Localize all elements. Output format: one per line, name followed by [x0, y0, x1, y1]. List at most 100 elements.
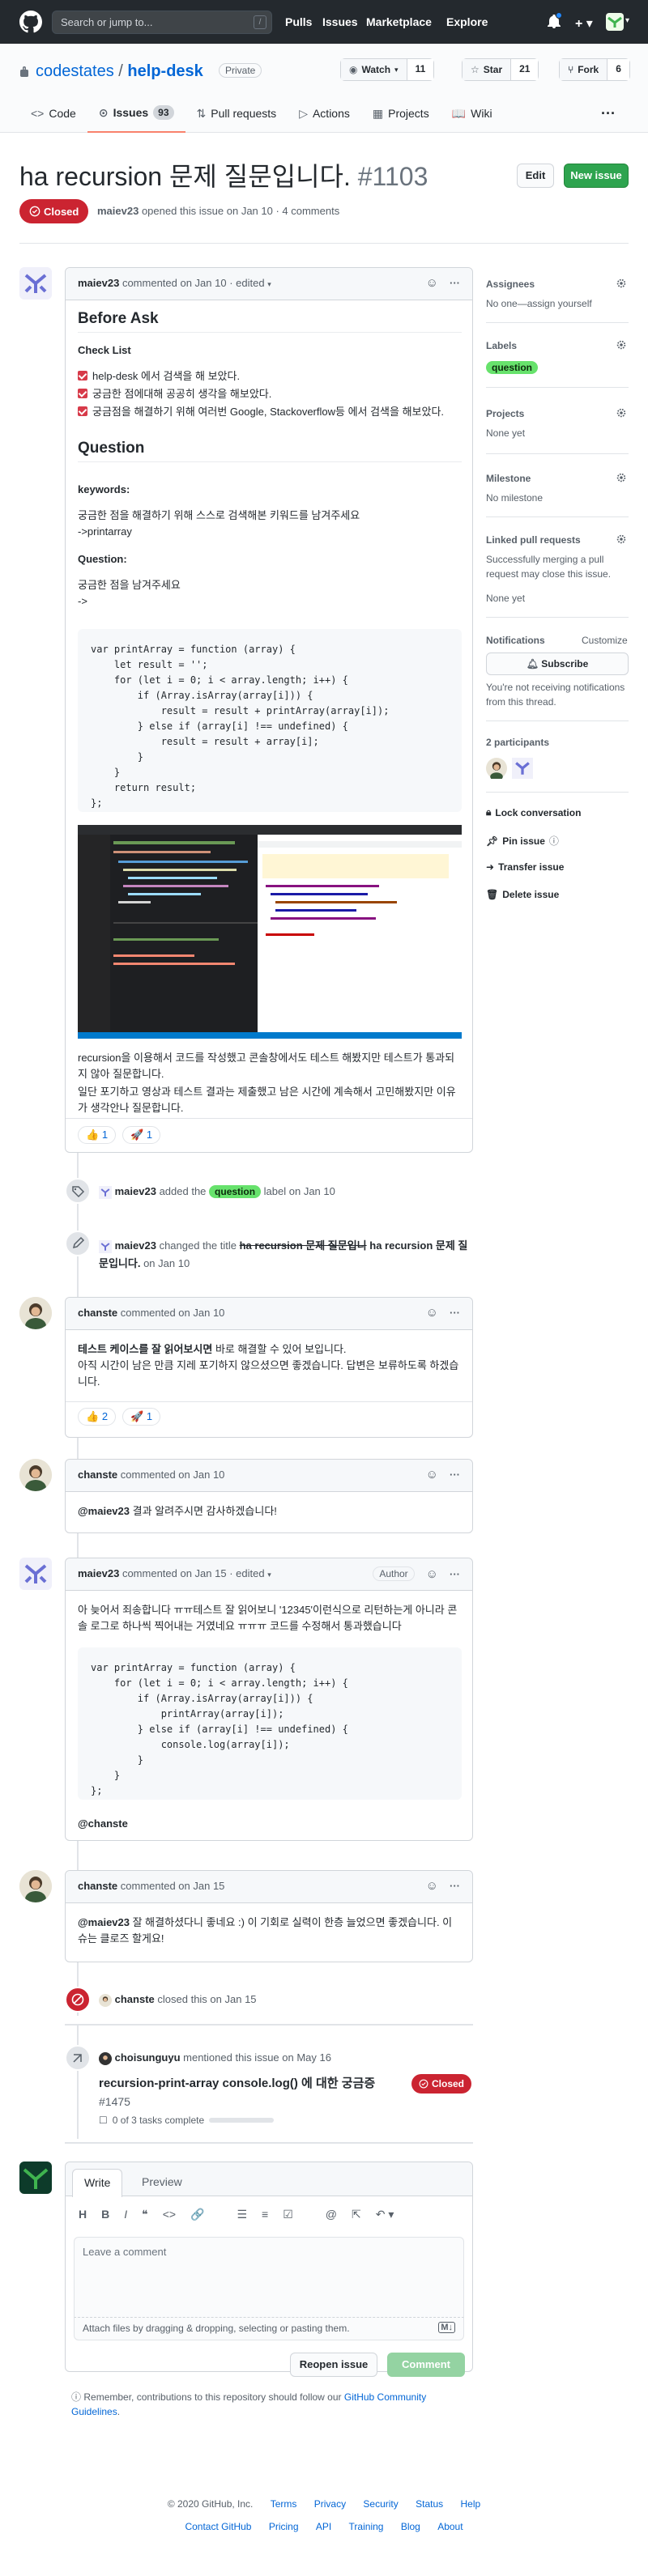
plus-dropdown-icon[interactable]: + ▾ — [575, 15, 593, 32]
checkbox-checked-icon[interactable] — [78, 371, 87, 380]
mention-link[interactable]: @maiev23 — [78, 1505, 130, 1517]
pin-issue-action[interactable]: 📌︎ Pin issue ⓘ — [486, 834, 559, 848]
avatar-chanste[interactable] — [486, 758, 507, 779]
tab-pull-requests[interactable]: ⇅ Pull requests — [185, 94, 288, 133]
sidebar-linked-heading[interactable]: Linked pull requests — [486, 534, 581, 546]
screenshot-image[interactable] — [78, 825, 462, 1039]
attach-files-area[interactable]: Attach files by dragging & dropping, sel… — [74, 2318, 464, 2340]
smiley-icon[interactable]: ☺ — [426, 1879, 438, 1893]
checkbox-checked-icon[interactable] — [78, 406, 87, 416]
footer-link-security[interactable]: Security — [363, 2498, 398, 2510]
customize-link[interactable]: Customize — [582, 635, 628, 646]
footer-link-pricing[interactable]: Pricing — [269, 2521, 299, 2532]
referenced-issue-title[interactable]: recursion-print-array console.log() 에 대한… — [99, 2074, 375, 2091]
bullet-list-icon[interactable]: ☰ — [237, 2208, 247, 2221]
star-count[interactable]: 21 — [511, 59, 539, 80]
footer-link-status[interactable]: Status — [416, 2498, 443, 2510]
reaction-rocket[interactable]: 🚀 1 — [122, 1126, 161, 1144]
chevron-down-icon[interactable]: ▾ — [625, 16, 629, 25]
gear-icon[interactable] — [616, 472, 627, 483]
quote-icon[interactable]: ❝ — [142, 2208, 148, 2221]
comment-author[interactable]: chanste — [78, 1307, 117, 1319]
transfer-issue-action[interactable]: ➜ Transfer issue — [486, 861, 564, 873]
nav-explore[interactable]: Explore — [446, 15, 488, 28]
kebab-icon[interactable]: ··· — [450, 1880, 460, 1892]
bell-icon[interactable] — [548, 12, 562, 29]
reference-icon[interactable]: ⇱ — [352, 2208, 361, 2221]
tab-actions[interactable]: ▷ Actions — [288, 94, 361, 133]
event-user[interactable]: maiev23 — [115, 1239, 156, 1252]
gear-icon[interactable] — [616, 339, 627, 351]
smiley-icon[interactable]: ☺ — [426, 1468, 438, 1481]
sidebar-projects-heading[interactable]: Projects — [486, 408, 524, 419]
footer-link-training[interactable]: Training — [349, 2521, 384, 2532]
italic-icon[interactable]: I — [124, 2208, 127, 2221]
footer-link-privacy[interactable]: Privacy — [314, 2498, 346, 2510]
reopen-issue-button[interactable]: Reopen issue — [290, 2353, 377, 2377]
tab-preview[interactable]: Preview — [142, 2175, 182, 2188]
avatar-chanste[interactable] — [19, 1459, 52, 1491]
avatar-current-user[interactable] — [19, 2162, 52, 2194]
footer-link-contact[interactable]: Contact GitHub — [185, 2521, 251, 2532]
footer-link-api[interactable]: API — [316, 2521, 331, 2532]
smiley-icon[interactable]: ☺ — [426, 1306, 438, 1320]
footer-link-help[interactable]: Help — [461, 2498, 481, 2510]
mention-link[interactable]: @maiev23 — [78, 1916, 130, 1928]
avatar-maiev23-small[interactable] — [99, 1185, 112, 1199]
github-logo-icon[interactable] — [19, 11, 42, 33]
tab-code[interactable]: <> Code — [19, 94, 87, 133]
avatar-maiev23-small[interactable] — [99, 1239, 112, 1253]
avatar-chanste[interactable] — [19, 1297, 52, 1329]
repo-name-link[interactable]: help-desk — [127, 62, 202, 80]
gear-icon[interactable] — [616, 407, 627, 419]
issue-author-link[interactable]: maiev23 — [97, 205, 139, 217]
lock-conversation-action[interactable]: 🔒︎ Lock conversation — [486, 806, 581, 818]
kebab-menu-icon[interactable]: ··· — [601, 105, 616, 122]
footer-link-terms[interactable]: Terms — [271, 2498, 297, 2510]
avatar-maiev23[interactable] — [512, 758, 533, 779]
watch-button[interactable]: ◉ Watch ▾ 11 — [340, 58, 435, 81]
kebab-icon[interactable]: ··· — [450, 1307, 460, 1319]
footer-link-about[interactable]: About — [437, 2521, 463, 2532]
mention-icon[interactable]: @ — [326, 2208, 337, 2221]
event-user[interactable]: maiev23 — [115, 1185, 156, 1197]
numbered-list-icon[interactable]: ≡ — [262, 2208, 268, 2221]
subscribe-button[interactable]: 🔔︎ Subscribe — [486, 653, 629, 675]
reply-icon[interactable]: ↶ ▾ — [376, 2208, 394, 2221]
bold-icon[interactable]: B — [101, 2208, 109, 2221]
event-user[interactable]: chanste — [115, 1993, 155, 2005]
new-issue-button[interactable]: New issue — [564, 164, 629, 188]
reaction-thumbs-up[interactable]: 👍 1 — [78, 1126, 117, 1144]
fork-button[interactable]: ⑂ Fork 6 — [559, 58, 630, 81]
comment-author[interactable]: maiev23 — [78, 1567, 119, 1579]
gear-icon[interactable] — [616, 533, 627, 545]
delete-issue-action[interactable]: 🗑︎ Delete issue — [486, 889, 559, 900]
watch-count[interactable]: 11 — [407, 59, 434, 80]
question-label[interactable]: question — [486, 361, 538, 374]
question-label[interactable]: question — [209, 1185, 262, 1198]
tab-issues[interactable]: ⊙ Issues 93 — [87, 94, 185, 133]
code-icon[interactable]: <> — [163, 2208, 176, 2221]
kebab-icon[interactable]: ··· — [450, 277, 460, 289]
avatar-chanste[interactable] — [19, 1870, 52, 1902]
tab-projects[interactable]: ▦ Projects — [361, 94, 441, 133]
avatar-chanste-small[interactable] — [99, 1993, 112, 2007]
heading-icon[interactable]: H — [79, 2208, 87, 2221]
event-user[interactable]: choisunguyu — [115, 2051, 181, 2064]
reaction-rocket[interactable]: 🚀 1 — [122, 1408, 161, 1426]
fork-count[interactable]: 6 — [608, 59, 629, 80]
tab-write[interactable]: Write — [72, 2169, 123, 2197]
user-avatar[interactable] — [606, 13, 624, 31]
search-input[interactable]: Search or jump to... / — [52, 11, 272, 34]
markdown-icon[interactable]: M↓ — [438, 2322, 455, 2333]
edit-button[interactable]: Edit — [517, 164, 554, 188]
kebab-icon[interactable]: ··· — [450, 1469, 460, 1481]
avatar-maiev23[interactable] — [19, 267, 52, 300]
footer-link-blog[interactable]: Blog — [401, 2521, 420, 2532]
gear-icon[interactable] — [616, 278, 627, 289]
sidebar-labels-heading[interactable]: Labels — [486, 340, 517, 351]
tab-wiki[interactable]: 📖 Wiki — [441, 94, 504, 133]
info-icon[interactable]: ⓘ — [549, 834, 559, 848]
comment-textarea[interactable]: Leave a comment — [74, 2237, 464, 2318]
comment-button[interactable]: Comment — [387, 2353, 465, 2377]
